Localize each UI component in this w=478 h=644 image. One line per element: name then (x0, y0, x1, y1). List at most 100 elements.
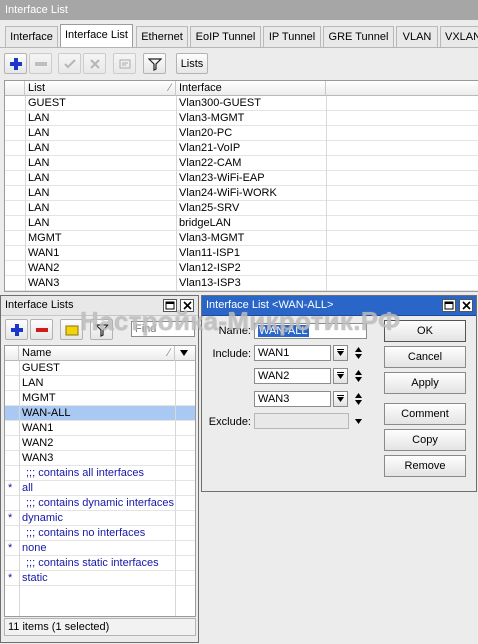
interface-cell: Vlan3-MGMT (179, 112, 245, 124)
table-row[interactable]: LAN Vlan25-SRV (5, 201, 478, 216)
comment-text: ;;; contains no interfaces (26, 527, 146, 539)
list-item[interactable]: * dynamic (5, 511, 195, 526)
list-item[interactable]: * all (5, 481, 195, 496)
include-field-1[interactable]: WAN1 (254, 345, 331, 361)
exclude-field[interactable] (254, 413, 349, 429)
interface-cell: Vlan23-WiFi-EAP (179, 172, 265, 184)
tab-vxlan[interactable]: VXLAN (440, 26, 478, 47)
lists-add-button[interactable] (5, 319, 28, 340)
include-3-dropdown[interactable] (333, 391, 348, 407)
table-row[interactable]: LAN bridgeLAN (5, 216, 478, 231)
lists-comment-button[interactable] (60, 319, 83, 340)
table-row[interactable]: WAN2 Vlan12-ISP2 (5, 261, 478, 276)
close-button[interactable] (180, 299, 194, 312)
flag-cell (5, 421, 8, 436)
copy-button[interactable]: Copy (384, 429, 466, 451)
remove-dialog-button[interactable]: Remove (384, 455, 466, 477)
column-menu-button[interactable] (175, 346, 195, 361)
tab-eoip-tunnel[interactable]: EoIP Tunnel (190, 26, 261, 47)
ok-button[interactable]: OK (384, 320, 466, 342)
list-name: LAN (22, 377, 44, 389)
list-cell: MGMT (28, 232, 62, 244)
comment-row[interactable]: ;;; contains all interfaces (5, 466, 195, 481)
filter-button[interactable] (143, 53, 166, 74)
funnel-icon (94, 323, 109, 337)
include-2-dropdown[interactable] (333, 368, 348, 384)
enable-button[interactable] (58, 53, 81, 74)
include-1-dropdown[interactable] (333, 345, 348, 361)
list-item[interactable]: WAN-ALL (5, 406, 195, 421)
list-item[interactable]: * static (5, 571, 195, 586)
comment-dialog-button[interactable]: Comment (384, 403, 466, 425)
table-row[interactable]: LAN Vlan23-WiFi-EAP (5, 171, 478, 186)
lists-remove-button[interactable] (30, 319, 53, 340)
include-field-3[interactable]: WAN3 (254, 391, 331, 407)
table-row[interactable]: LAN Vlan24-WiFi-WORK (5, 186, 478, 201)
close-icon (461, 301, 471, 310)
flag-cell (5, 406, 8, 421)
flag-column-header (5, 81, 25, 96)
tab-gre-tunnel[interactable]: GRE Tunnel (323, 26, 394, 47)
list-item[interactable]: WAN3 (5, 451, 195, 466)
tab-bar: Interface Interface List Ethernet EoIP T… (0, 24, 478, 48)
list-item[interactable]: WAN2 (5, 436, 195, 451)
table-row[interactable]: WAN1 Vlan11-ISP1 (5, 246, 478, 261)
table-row[interactable]: LAN Vlan20-PC (5, 126, 478, 141)
comment-button[interactable] (113, 53, 136, 74)
plus-icon (10, 323, 23, 336)
list-item[interactable]: WAN1 (5, 421, 195, 436)
apply-button[interactable]: Apply (384, 372, 466, 394)
dropdown-arrow-icon (337, 394, 344, 402)
lists-filter-button[interactable] (90, 319, 113, 340)
tab-interface-list[interactable]: Interface List (60, 24, 133, 47)
exclude-label: Exclude: (208, 416, 251, 428)
restore-button[interactable] (163, 299, 177, 312)
table-row[interactable]: LAN Vlan3-MGMT (5, 111, 478, 126)
interface-cell: bridgeLAN (179, 217, 231, 229)
comment-row[interactable]: ;;; contains no interfaces (5, 526, 195, 541)
sort-icon: ∕ (168, 347, 170, 359)
list-item[interactable]: GUEST (5, 361, 195, 376)
list-item[interactable]: LAN (5, 376, 195, 391)
cancel-button[interactable]: Cancel (384, 346, 466, 368)
table-row[interactable]: MGMT Vlan3-MGMT (5, 231, 478, 246)
name-label: Name: (218, 325, 251, 337)
table-row[interactable]: GUEST Vlan300-GUEST (5, 96, 478, 111)
remove-button[interactable] (29, 53, 52, 74)
table-row[interactable]: LAN Vlan22-CAM (5, 156, 478, 171)
include-field-2[interactable]: WAN2 (254, 368, 331, 384)
interface-cell: Vlan22-CAM (179, 157, 242, 169)
add-button[interactable] (4, 53, 27, 74)
name-column-label: Name (22, 347, 52, 359)
lists-button[interactable]: Lists (176, 53, 208, 74)
exclude-updown[interactable] (353, 413, 363, 429)
list-column-header[interactable]: List ∕ (25, 81, 176, 96)
disable-button[interactable] (83, 53, 106, 74)
chevron-down-icon (180, 350, 188, 356)
include-3-updown[interactable] (353, 391, 363, 407)
flag-cell: * (8, 482, 13, 494)
tab-vlan[interactable]: VLAN (396, 26, 438, 47)
include-2-updown[interactable] (353, 368, 363, 384)
tab-ip-tunnel[interactable]: IP Tunnel (263, 26, 321, 47)
list-item[interactable]: MGMT (5, 391, 195, 406)
name-field[interactable]: WAN-ALL (254, 323, 367, 339)
dialog-restore-button[interactable] (442, 299, 456, 312)
dialog-close-button[interactable] (459, 299, 473, 312)
table-row[interactable]: WAN3 Vlan13-ISP3 (5, 276, 478, 291)
dropdown-arrow-icon (337, 371, 344, 379)
up-down-icon (354, 393, 362, 405)
name-column-header[interactable]: Name ∕ (19, 346, 175, 361)
list-item[interactable]: * none (5, 541, 195, 556)
tab-ethernet[interactable]: Ethernet (136, 26, 188, 47)
include-1-updown[interactable] (353, 345, 363, 361)
table-row[interactable]: LAN Vlan21-VoIP (5, 141, 478, 156)
lists-find-input[interactable]: Find (131, 321, 195, 337)
interface-column-header[interactable]: Interface (176, 81, 326, 96)
comment-row[interactable]: ;;; contains static interfaces (5, 556, 195, 571)
note-icon (65, 325, 78, 335)
comment-row[interactable]: ;;; contains dynamic interfaces (5, 496, 195, 511)
window-restore-icon (165, 301, 175, 310)
tab-interface[interactable]: Interface (5, 26, 58, 47)
list-cell: LAN (28, 172, 50, 184)
